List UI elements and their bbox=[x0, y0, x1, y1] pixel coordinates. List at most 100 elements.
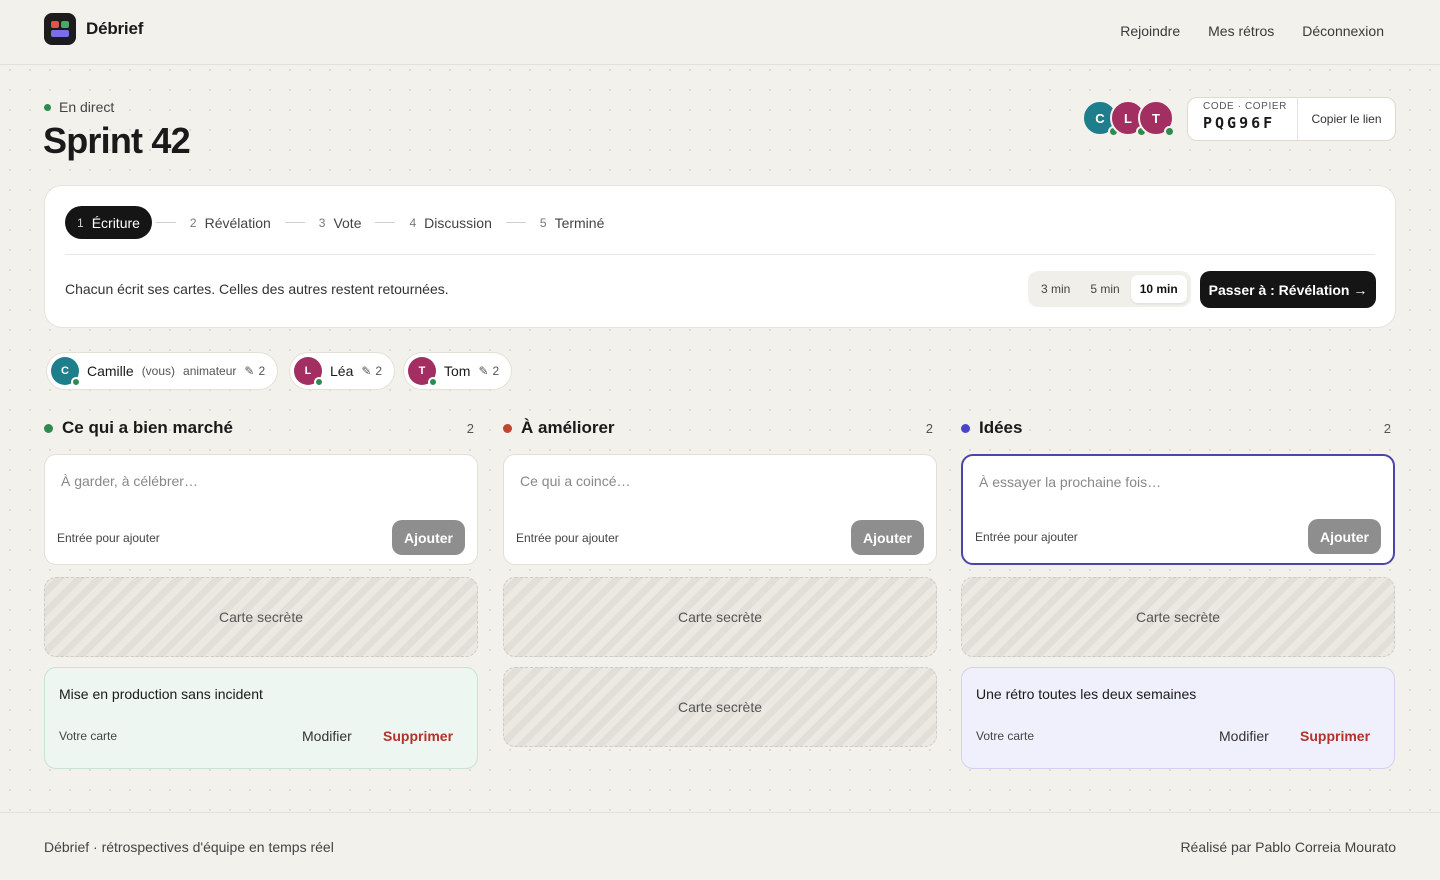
own-card: Mise en production sans incident Votre c… bbox=[44, 667, 478, 769]
main-nav: Rejoindre Mes rétros Déconnexion bbox=[1120, 23, 1384, 39]
step-separator bbox=[284, 222, 305, 223]
add-card-button[interactable]: Ajouter bbox=[1308, 519, 1381, 554]
participant-name: Léa bbox=[330, 363, 354, 379]
online-indicator-icon bbox=[314, 377, 324, 387]
column-dot-icon bbox=[44, 423, 53, 433]
footer: Débrief · rétrospectives d'équipe en tem… bbox=[0, 812, 1440, 880]
avatar: T bbox=[1138, 100, 1175, 137]
timer-option-10min[interactable]: 10 min bbox=[1130, 275, 1187, 303]
phase-step-vote[interactable]: 3 Vote bbox=[309, 206, 372, 239]
online-indicator-icon bbox=[428, 377, 438, 387]
pencil-icon: ✎ bbox=[361, 364, 372, 378]
participant-card-count: 2 bbox=[258, 364, 266, 378]
step-number: 4 bbox=[409, 215, 417, 230]
step-label: Écriture bbox=[91, 214, 140, 231]
avatar: T bbox=[408, 357, 438, 387]
card-text: Une rétro toutes les deux semaines bbox=[976, 686, 1197, 702]
timer-option-3min[interactable]: 3 min bbox=[1032, 275, 1079, 303]
column-count: 2 bbox=[925, 420, 933, 436]
phase-step-discussion[interactable]: 4 Discussion bbox=[399, 206, 501, 239]
phase-step-reveal[interactable]: 2 Révélation bbox=[180, 206, 281, 239]
participant-name: Camille bbox=[87, 363, 134, 379]
copy-link-button[interactable]: Copier le lien bbox=[1298, 98, 1395, 140]
card-composer-to-improve[interactable]: Ce qui a coincé… Entrée pour ajouter Ajo… bbox=[503, 454, 937, 565]
phase-hint: Chacun écrit ses cartes. Celles des autr… bbox=[65, 281, 449, 297]
page-title: Sprint 42 bbox=[43, 120, 191, 161]
card-text: Mise en production sans incident bbox=[59, 686, 263, 702]
own-card-label: Votre carte bbox=[976, 729, 1035, 743]
avatar: L bbox=[294, 357, 324, 387]
step-separator bbox=[505, 222, 526, 223]
column-count: 2 bbox=[466, 420, 474, 436]
composer-placeholder: Ce qui a coincé… bbox=[520, 473, 631, 489]
edit-card-button[interactable]: Modifier bbox=[1219, 728, 1269, 744]
step-number: 5 bbox=[539, 215, 547, 230]
avatar: C bbox=[51, 357, 81, 387]
phase-step-writing[interactable]: 1 Écriture bbox=[65, 206, 152, 239]
top-bar: Débrief Rejoindre Mes rétros Déconnexion bbox=[0, 0, 1440, 65]
secret-card: Carte secrète bbox=[503, 577, 937, 657]
step-number: 2 bbox=[189, 215, 197, 230]
column-dot-icon bbox=[961, 423, 970, 433]
app-name[interactable]: Débrief bbox=[86, 19, 143, 39]
column-title: À améliorer bbox=[521, 418, 615, 437]
step-number: 3 bbox=[318, 215, 326, 230]
step-number: 1 bbox=[77, 215, 84, 230]
step-separator bbox=[375, 222, 396, 223]
pencil-icon: ✎ bbox=[244, 364, 255, 378]
footer-tagline: Débrief · rétrospectives d'équipe en tem… bbox=[44, 839, 334, 855]
step-label: Terminé bbox=[554, 214, 605, 231]
timer-option-5min[interactable]: 5 min bbox=[1081, 275, 1128, 303]
step-label: Révélation bbox=[204, 214, 271, 231]
avatar-initial: T bbox=[418, 365, 426, 377]
participant-card-count: 2 bbox=[492, 364, 500, 378]
copy-code-button[interactable]: CODE · COPIER PQG96F bbox=[1188, 98, 1298, 140]
live-status-label: En direct bbox=[59, 99, 115, 115]
column-header-to-improve: À améliorer 2 bbox=[503, 418, 937, 438]
card-composer-ideas[interactable]: À essayer la prochaine fois… Entrée pour… bbox=[961, 454, 1395, 565]
step-label: Vote bbox=[333, 214, 362, 231]
participant-card-count: 2 bbox=[375, 364, 383, 378]
card-composer-went-well[interactable]: À garder, à célébrer… Entrée pour ajoute… bbox=[44, 454, 478, 565]
composer-placeholder: À essayer la prochaine fois… bbox=[979, 474, 1162, 490]
delete-card-button[interactable]: Supprimer bbox=[383, 728, 453, 744]
avatar-initial: C bbox=[1095, 110, 1105, 126]
enter-hint: Entrée pour ajouter bbox=[975, 530, 1078, 544]
participant-chip-tom: T Tom ✎ 2 bbox=[403, 352, 513, 390]
nav-my-retros-link[interactable]: Mes rétros bbox=[1208, 23, 1274, 39]
add-card-button[interactable]: Ajouter bbox=[392, 520, 465, 555]
phase-panel: 1 Écriture 2 Révélation 3 Vote 4 Discuss… bbox=[44, 185, 1396, 328]
avatar-initial: C bbox=[61, 365, 69, 377]
nav-logout-link[interactable]: Déconnexion bbox=[1302, 23, 1384, 39]
online-indicator-icon bbox=[1164, 126, 1175, 137]
column-title: Idées bbox=[979, 418, 1023, 437]
pencil-icon: ✎ bbox=[478, 364, 489, 378]
live-status: En direct bbox=[44, 99, 114, 115]
online-avatars: C L T bbox=[1082, 100, 1182, 138]
participant-chip-camille: C Camille (vous) animateur ✎ 2 bbox=[46, 352, 279, 390]
avatar-initial: T bbox=[1152, 110, 1160, 126]
enter-hint: Entrée pour ajouter bbox=[57, 531, 160, 545]
column-header-ideas: Idées 2 bbox=[961, 418, 1395, 438]
phase-step-done[interactable]: 5 Terminé bbox=[530, 206, 614, 239]
step-separator bbox=[155, 222, 176, 223]
edit-card-button[interactable]: Modifier bbox=[302, 728, 352, 744]
column-title: Ce qui a bien marché bbox=[62, 418, 233, 437]
avatar-initial: L bbox=[1124, 110, 1132, 126]
footer-credit: Réalisé par Pablo Correia Mourato bbox=[1180, 839, 1396, 855]
add-card-button[interactable]: Ajouter bbox=[851, 520, 924, 555]
secret-card: Carte secrète bbox=[44, 577, 478, 657]
participant-you-label: (vous) bbox=[141, 364, 176, 378]
session-code-box: CODE · COPIER PQG96F Copier le lien bbox=[1187, 97, 1396, 141]
secret-card: Carte secrète bbox=[961, 577, 1395, 657]
session-code: PQG96F bbox=[1203, 114, 1276, 132]
participant-chip-lea: L Léa ✎ 2 bbox=[289, 352, 396, 390]
nav-join-link[interactable]: Rejoindre bbox=[1120, 23, 1180, 39]
enter-hint: Entrée pour ajouter bbox=[516, 531, 619, 545]
app-logo-icon[interactable] bbox=[44, 13, 76, 45]
avatar-initial: L bbox=[304, 365, 312, 377]
online-indicator-icon bbox=[71, 377, 81, 387]
column-dot-icon bbox=[503, 423, 512, 433]
next-phase-button[interactable]: Passer à : Révélation → bbox=[1200, 271, 1376, 308]
delete-card-button[interactable]: Supprimer bbox=[1300, 728, 1370, 744]
